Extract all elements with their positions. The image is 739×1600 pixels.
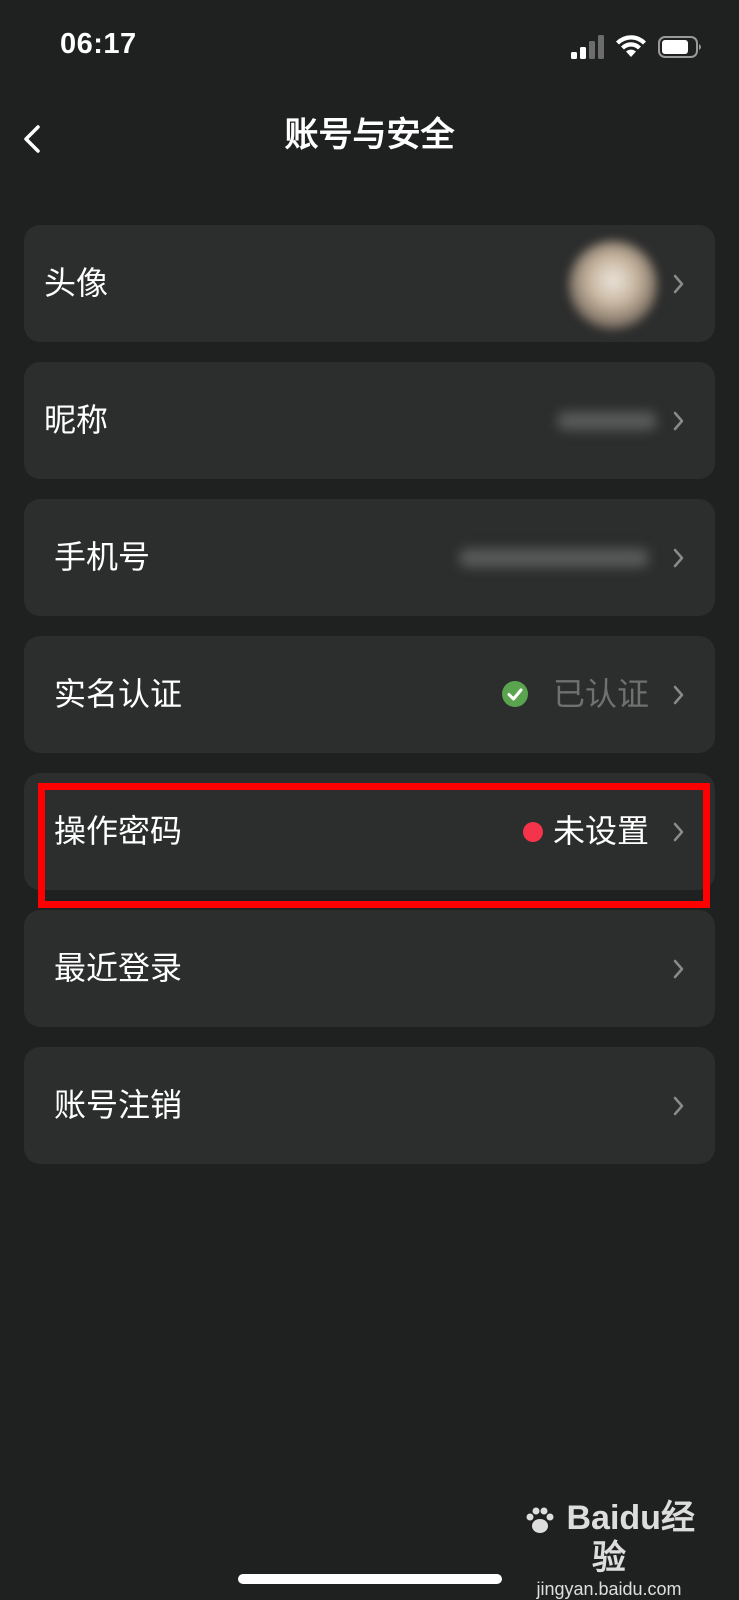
settings-row-account-deletion[interactable]: 账号注销	[24, 1047, 715, 1164]
cellular-signal-icon	[571, 35, 604, 59]
battery-icon	[658, 36, 701, 58]
settings-row-label: 实名认证	[54, 675, 183, 713]
chevron-right-icon	[673, 959, 684, 979]
settings-row-real-name-verification[interactable]: 实名认证 已认证	[24, 636, 715, 753]
chevron-right-icon	[673, 822, 684, 842]
settings-row-label: 操作密码	[54, 812, 183, 850]
settings-row-operation-password[interactable]: 操作密码 未设置	[24, 773, 715, 890]
password-status: 未设置	[552, 812, 649, 850]
home-indicator[interactable]	[238, 1574, 502, 1584]
navigation-bar: 账号与安全	[0, 95, 739, 170]
settings-row-label: 手机号	[54, 538, 151, 576]
status-time: 06:17	[60, 28, 137, 60]
watermark: Baidu经验 jingyan.baidu.com	[509, 1470, 709, 1599]
chevron-right-icon	[673, 685, 684, 705]
page-title: 账号与安全	[284, 115, 455, 155]
settings-row-nickname[interactable]: 昵称	[24, 362, 715, 479]
watermark-logo: Baidu经验	[509, 1498, 709, 1578]
wifi-icon	[616, 35, 646, 57]
settings-row-avatar[interactable]: 头像	[24, 225, 715, 342]
status-bar: 06:17	[0, 0, 739, 95]
red-dot-icon	[523, 822, 543, 842]
chevron-right-icon	[673, 548, 684, 568]
settings-list: 头像 昵称 手机号 实名认证 已认证 操作密码 未设置 最近登录 账号注销	[24, 225, 715, 1184]
settings-row-label: 最近登录	[54, 949, 183, 987]
settings-row-phone[interactable]: 手机号	[24, 499, 715, 616]
settings-row-label: 头像	[44, 264, 109, 302]
nickname-value-redacted	[557, 412, 657, 430]
chevron-right-icon	[673, 1096, 684, 1116]
settings-row-label: 昵称	[44, 401, 109, 439]
watermark-site: jingyan.baidu.com	[536, 1579, 682, 1599]
avatar	[569, 241, 657, 329]
settings-row-recent-login[interactable]: 最近登录	[24, 910, 715, 1027]
settings-row-label: 账号注销	[54, 1086, 183, 1124]
check-circle-icon	[502, 681, 528, 707]
chevron-right-icon	[673, 411, 684, 431]
paw-icon	[526, 1507, 554, 1534]
chevron-right-icon	[673, 274, 684, 294]
watermark-logo-text: Baidu经验	[566, 1499, 695, 1577]
phone-value-redacted	[459, 549, 649, 567]
verification-status: 已认证	[552, 675, 649, 713]
